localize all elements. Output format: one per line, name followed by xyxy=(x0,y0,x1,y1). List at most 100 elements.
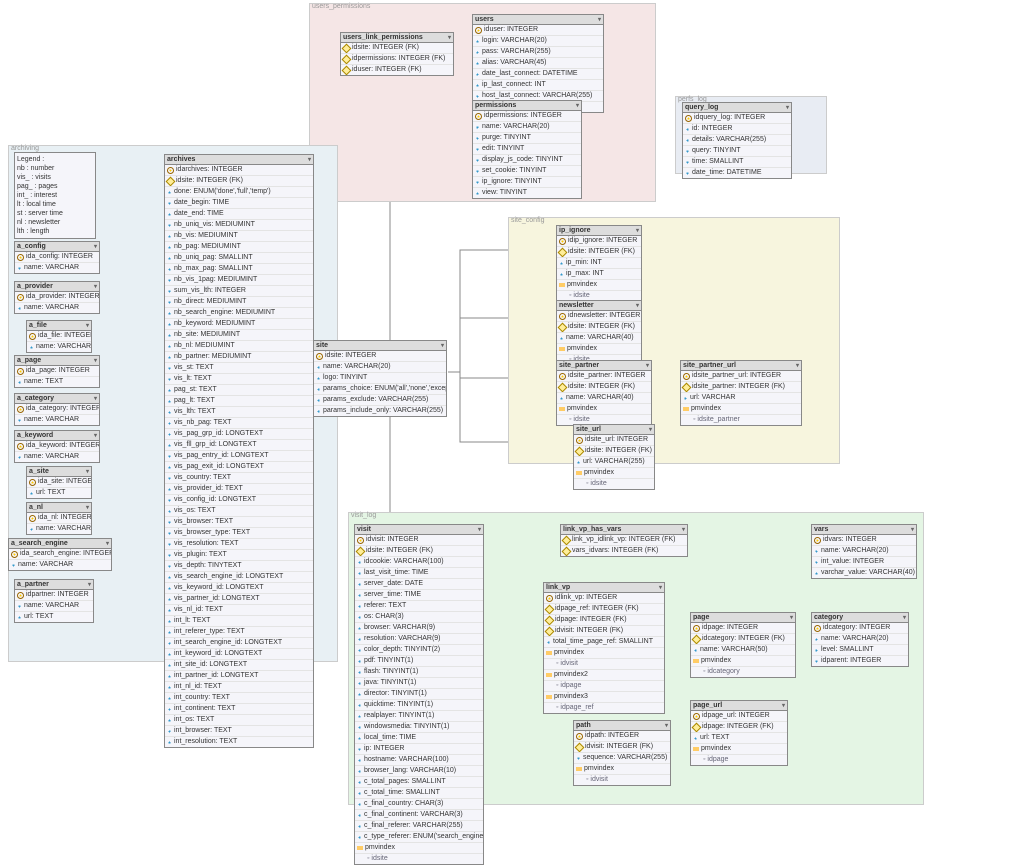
table-page[interactable]: pageidpage: INTEGERidcategory: INTEGER (… xyxy=(690,612,796,678)
column-icon xyxy=(167,432,172,437)
table-a_keyword[interactable]: a_keywordida_keyword: INTEGERname: VARCH… xyxy=(14,430,100,463)
table-visit[interactable]: visitidvisit: INTEGERidsite: INTEGER (FK… xyxy=(354,524,484,865)
table-row: date_last_connect: DATETIME xyxy=(473,69,603,80)
foreign-key-icon xyxy=(356,546,366,556)
table-header[interactable]: visit xyxy=(355,525,483,535)
index-icon xyxy=(576,471,582,475)
table-header[interactable]: a_search_engine xyxy=(9,539,111,549)
table-header[interactable]: users xyxy=(473,15,603,25)
table-header[interactable]: a_category xyxy=(15,394,99,404)
table-newsletter[interactable]: newsletteridnewsletter: INTEGERidsite: I… xyxy=(556,300,642,366)
column-label: idnewsletter: INTEGER xyxy=(568,311,640,321)
table-header[interactable]: a_partner xyxy=(15,580,93,590)
table-row: nb_search_engine: MEDIUMINT xyxy=(165,308,313,319)
column-label: idsite: INTEGER (FK) xyxy=(366,546,433,556)
column-label: date_end: TIME xyxy=(174,209,224,219)
column-label: vis_plugin: TEXT xyxy=(174,550,227,560)
column-icon xyxy=(559,336,564,341)
table-header[interactable]: a_file xyxy=(27,321,91,331)
table-header[interactable]: a_keyword xyxy=(15,431,99,441)
table-page_url[interactable]: page_urlidpage_url: INTEGERidpage: INTEG… xyxy=(690,700,788,766)
table-header[interactable]: a_provider xyxy=(15,282,99,292)
table-header[interactable]: permissions xyxy=(473,101,581,111)
table-row: pmvindex xyxy=(691,744,787,755)
table-title: path xyxy=(576,722,591,729)
table-header[interactable]: a_page xyxy=(15,356,99,366)
table-site_url[interactable]: site_urlidsite_url: INTEGERidsite: INTEG… xyxy=(573,424,655,490)
table-header[interactable]: page xyxy=(691,613,795,623)
table-header[interactable]: site_partner_url xyxy=(681,361,801,371)
key-icon xyxy=(559,373,566,380)
table-header[interactable]: site_partner xyxy=(557,361,651,371)
table-a_page[interactable]: a_pageida_page: INTEGERname: TEXT xyxy=(14,355,100,388)
table-link_vp_has_vars[interactable]: link_vp_has_varslink_vp_idlink_vp: INTEG… xyxy=(560,524,688,557)
table-row: url: VARCHAR(255) xyxy=(574,457,654,468)
table-a_config[interactable]: a_configida_config: INTEGERname: VARCHAR xyxy=(14,241,100,274)
column-icon xyxy=(167,443,172,448)
column-label: logo: TINYINT xyxy=(323,373,367,383)
table-query_log[interactable]: query_logidquery_log: INTEGERid: INTEGER… xyxy=(682,102,792,179)
table-row: time: SMALLINT xyxy=(683,157,791,168)
table-header[interactable]: path xyxy=(574,721,670,731)
column-label: pmvindex xyxy=(567,280,597,290)
table-a_partner[interactable]: a_partneridpartner: INTEGERname: VARCHAR… xyxy=(14,579,94,623)
table-row: pmvindex xyxy=(574,764,670,775)
table-header[interactable]: vars xyxy=(812,525,916,535)
table-header[interactable]: a_nl xyxy=(27,503,91,513)
table-header[interactable]: site_url xyxy=(574,425,654,435)
table-a_category[interactable]: a_categoryida_category: INTEGERname: VAR… xyxy=(14,393,100,426)
table-header[interactable]: link_vp_has_vars xyxy=(561,525,687,535)
table-row: int_continent: TEXT xyxy=(165,704,313,715)
table-header[interactable]: ip_ignore xyxy=(557,226,641,236)
column-label: vis_browser: TEXT xyxy=(174,517,233,527)
column-icon xyxy=(167,267,172,272)
table-permissions[interactable]: permissionsidpermissions: INTEGERname: V… xyxy=(472,100,582,199)
table-header[interactable]: query_log xyxy=(683,103,791,113)
column-label: vis_config_id: LONGTEXT xyxy=(174,495,256,505)
column-label: idvisit: INTEGER xyxy=(366,535,419,545)
table-row: nb_vis_1pag: MEDIUMINT xyxy=(165,275,313,286)
table-row: vis_config_id: LONGTEXT xyxy=(165,495,313,506)
table-site_partner[interactable]: site_partneridsite_partner: INTEGERidsit… xyxy=(556,360,652,426)
table-row: java: TINYINT(1) xyxy=(355,678,483,689)
table-a_search_engine[interactable]: a_search_engineida_search_engine: INTEGE… xyxy=(8,538,112,571)
table-archives[interactable]: archivesidarchives: INTEGERidsite: INTEG… xyxy=(164,154,314,748)
table-header[interactable]: category xyxy=(812,613,908,623)
table-category[interactable]: categoryidcategory: INTEGERname: VARCHAR… xyxy=(811,612,909,667)
column-icon xyxy=(167,476,172,481)
table-header[interactable]: users_link_permissions xyxy=(341,33,453,43)
table-a_file[interactable]: a_fileida_file: INTEGERname: VARCHAR xyxy=(26,320,92,353)
table-site_partner_url[interactable]: site_partner_urlidsite_partner_url: INTE… xyxy=(680,360,802,426)
table-header[interactable]: page_url xyxy=(691,701,787,711)
index-icon xyxy=(693,747,699,751)
table-title: newsletter xyxy=(559,302,594,309)
table-a_provider[interactable]: a_providerida_provider: INTEGERname: VAR… xyxy=(14,281,100,314)
table-vars[interactable]: varsidvars: INTEGERname: VARCHAR(20)int_… xyxy=(811,524,917,579)
table-row: pag_lt: TEXT xyxy=(165,396,313,407)
table-row: ◦ idsite xyxy=(355,854,483,864)
table-users[interactable]: usersiduser: INTEGERlogin: VARCHAR(20)pa… xyxy=(472,14,604,113)
table-header[interactable]: archives xyxy=(165,155,313,165)
table-users_link_permissions[interactable]: users_link_permissionsidsite: INTEGER (F… xyxy=(340,32,454,76)
table-a_site[interactable]: a_siteida_site: INTEGERurl: TEXT xyxy=(26,466,92,499)
table-ip_ignore[interactable]: ip_ignoreidip_ignore: INTEGERidsite: INT… xyxy=(556,225,642,302)
column-icon xyxy=(357,802,362,807)
table-header[interactable]: a_site xyxy=(27,467,91,477)
column-label: idsite_partner: INTEGER xyxy=(568,371,645,381)
column-label: idvisit: INTEGER (FK) xyxy=(585,742,653,752)
table-header[interactable]: newsletter xyxy=(557,301,641,311)
table-path[interactable]: pathidpath: INTEGERidvisit: INTEGER (FK)… xyxy=(573,720,671,786)
column-label: name: VARCHAR xyxy=(24,452,79,462)
table-header[interactable]: site xyxy=(314,341,446,351)
table-row: idcategory: INTEGER (FK) xyxy=(691,634,795,645)
table-site[interactable]: siteidsite: INTEGERname: VARCHAR(20)logo… xyxy=(313,340,447,417)
table-header[interactable]: link_vp xyxy=(544,583,664,593)
table-header[interactable]: a_config xyxy=(15,242,99,252)
column-icon xyxy=(17,418,22,423)
table-row: ida_category: INTEGER xyxy=(15,404,99,415)
column-icon xyxy=(167,663,172,668)
table-link_vp[interactable]: link_vpidlink_vp: INTEGERidpage_ref: INT… xyxy=(543,582,665,714)
table-a_nl[interactable]: a_nlida_nl: INTEGERname: VARCHAR xyxy=(26,502,92,535)
key-icon xyxy=(17,443,24,450)
key-icon xyxy=(559,238,566,245)
